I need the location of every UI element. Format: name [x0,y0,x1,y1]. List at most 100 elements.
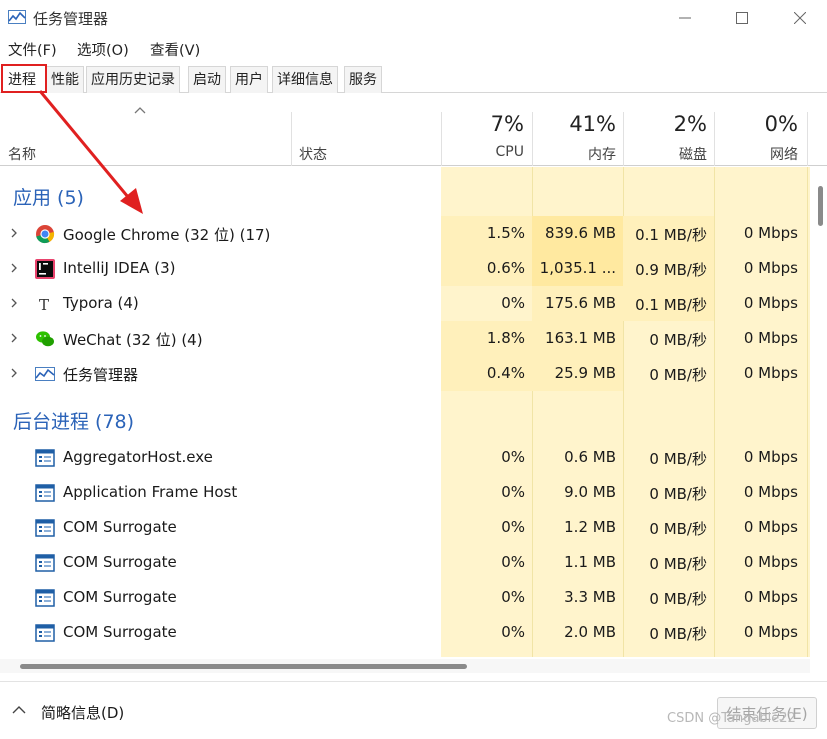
task-manager-icon [35,364,55,384]
column-separator[interactable] [714,112,715,166]
minimize-button[interactable] [662,0,708,36]
close-icon [794,12,806,24]
column-separator[interactable] [441,112,442,166]
typora-icon: T [35,294,55,314]
network-value: 0 Mbps [743,224,798,242]
horizontal-scrollbar-thumb[interactable] [20,664,467,669]
menu-options[interactable]: 选项(O) [77,39,129,60]
maximize-icon [736,12,748,24]
network-value: 0 Mbps [743,623,798,641]
chevron-right-icon[interactable] [9,297,19,309]
app-window-icon [35,518,55,538]
tab-users[interactable]: 用户 [230,66,268,93]
column-separator[interactable] [623,112,624,166]
network-total-percent[interactable]: 0% [765,112,798,136]
process-row[interactable]: COM Surrogate 0% 2.0 MB 0 MB/秒 0 Mbps [0,615,810,650]
maximize-button[interactable] [719,0,765,36]
wechat-icon [35,329,55,349]
menu-file[interactable]: 文件(F) [8,39,57,60]
column-memory[interactable]: 内存 [588,144,616,164]
app-window-icon [35,553,55,573]
memory-value: 163.1 MB [545,329,616,347]
network-value: 0 Mbps [743,483,798,501]
cpu-value: 0.4% [486,364,525,382]
tab-app-history[interactable]: 应用历史记录 [86,66,180,93]
cpu-total-percent[interactable]: 7% [491,112,524,136]
process-name: Typora (4) [63,294,139,312]
cpu-value: 0% [501,553,525,571]
column-status[interactable]: 状态 [299,144,327,164]
column-separator[interactable] [807,112,808,166]
chevron-right-icon[interactable] [9,262,19,274]
process-row[interactable]: Application Frame Host 0% 9.0 MB 0 MB/秒 0 Mb… [0,475,810,510]
column-name[interactable]: 名称 [8,144,36,164]
tab-strip: 进程 性能 应用历史记录 启动 用户 详细信息 服务 [0,66,827,93]
column-cpu[interactable]: CPU [496,144,524,160]
disk-total-percent[interactable]: 2% [674,112,707,136]
column-network[interactable]: 网络 [770,144,798,164]
cpu-value: 0% [501,483,525,501]
watermark: CSDN @Tangable22 [667,711,796,726]
process-row[interactable]: IntelliJ IDEA (3) 0.6% 1,035.1 ... 0.9 MB/秒… [0,251,810,286]
process-row[interactable]: COM Surrogate 0% 1.1 MB 0 MB/秒 0 Mbps [0,545,810,580]
cpu-value: 0% [501,294,525,312]
process-row[interactable]: T Typora (4) 0% 175.6 MB 0.1 MB/秒 0 Mbps [0,286,810,321]
title-bar: 任务管理器 [0,0,827,36]
tab-performance[interactable]: 性能 [46,66,84,93]
tab-startup[interactable]: 启动 [188,66,226,93]
tab-details[interactable]: 详细信息 [272,66,338,93]
app-window-icon [35,623,55,643]
process-row[interactable]: COM Surrogate 0% 1.2 MB 0 MB/秒 0 Mbps [0,510,810,545]
vertical-scrollbar[interactable] [818,186,823,226]
column-separator[interactable] [291,112,292,166]
window-title: 任务管理器 [33,10,109,28]
menu-view[interactable]: 查看(V) [150,39,200,60]
memory-value: 0.6 MB [564,448,616,466]
memory-value: 1.1 MB [564,553,616,571]
sort-ascending-icon[interactable] [134,106,146,114]
menu-bar: 文件(F) 选项(O) 查看(V) [0,37,827,61]
chevron-right-icon[interactable] [9,227,19,239]
tab-services[interactable]: 服务 [344,66,382,93]
chevron-up-icon[interactable] [12,705,26,714]
disk-value: 0 MB/秒 [649,520,707,538]
process-row[interactable]: AggregatorHost.exe 0% 0.6 MB 0 MB/秒 0 Mbps [0,440,810,475]
svg-text:T: T [39,296,49,314]
process-name: WeChat (32 位) (4) [63,331,203,349]
memory-value: 175.6 MB [545,294,616,312]
process-list: 应用 (5) 后台进程 (78) Google Chrome (32 位) (1… [0,167,810,657]
process-name: IntelliJ IDEA (3) [63,259,176,277]
column-separator[interactable] [532,112,533,166]
footer-bar: 简略信息(D) 结束任务(E) [0,681,827,739]
memory-value: 9.0 MB [564,483,616,501]
process-name: COM Surrogate [63,518,177,536]
annotation-highlight-box [1,64,47,93]
disk-value: 0 MB/秒 [649,625,707,643]
group-apps-title[interactable]: 应用 (5) [13,183,84,210]
memory-value: 1.2 MB [564,518,616,536]
process-name: COM Surrogate [63,553,177,571]
process-row[interactable]: Google Chrome (32 位) (17) 1.5% 839.6 MB 0.1… [0,216,810,251]
disk-value: 0 MB/秒 [649,590,707,608]
memory-value: 1,035.1 ... [539,259,616,277]
network-value: 0 Mbps [743,553,798,571]
task-manager-app-icon [8,10,26,24]
process-row[interactable]: 任务管理器 0.4% 25.9 MB 0 MB/秒 0 Mbps [0,356,810,391]
group-background-title[interactable]: 后台进程 (78) [13,407,134,434]
network-value: 0 Mbps [743,448,798,466]
app-window-icon [35,588,55,608]
cpu-value: 0% [501,623,525,641]
memory-value: 25.9 MB [554,364,616,382]
process-row[interactable]: COM Surrogate 0% 3.3 MB 0 MB/秒 0 Mbps [0,580,810,615]
close-button[interactable] [777,0,823,36]
fewer-details-link[interactable]: 简略信息(D) [41,702,124,723]
column-disk[interactable]: 磁盘 [679,144,707,164]
process-row[interactable]: WeChat (32 位) (4) 1.8% 163.1 MB 0 MB/秒 0 Mbp… [0,321,810,356]
memory-total-percent[interactable]: 41% [569,112,616,136]
disk-value: 0 MB/秒 [649,485,707,503]
chevron-right-icon[interactable] [9,367,19,379]
process-name: COM Surrogate [63,588,177,606]
minimize-icon [679,17,691,19]
disk-value: 0.9 MB/秒 [635,261,707,279]
chevron-right-icon[interactable] [9,332,19,344]
